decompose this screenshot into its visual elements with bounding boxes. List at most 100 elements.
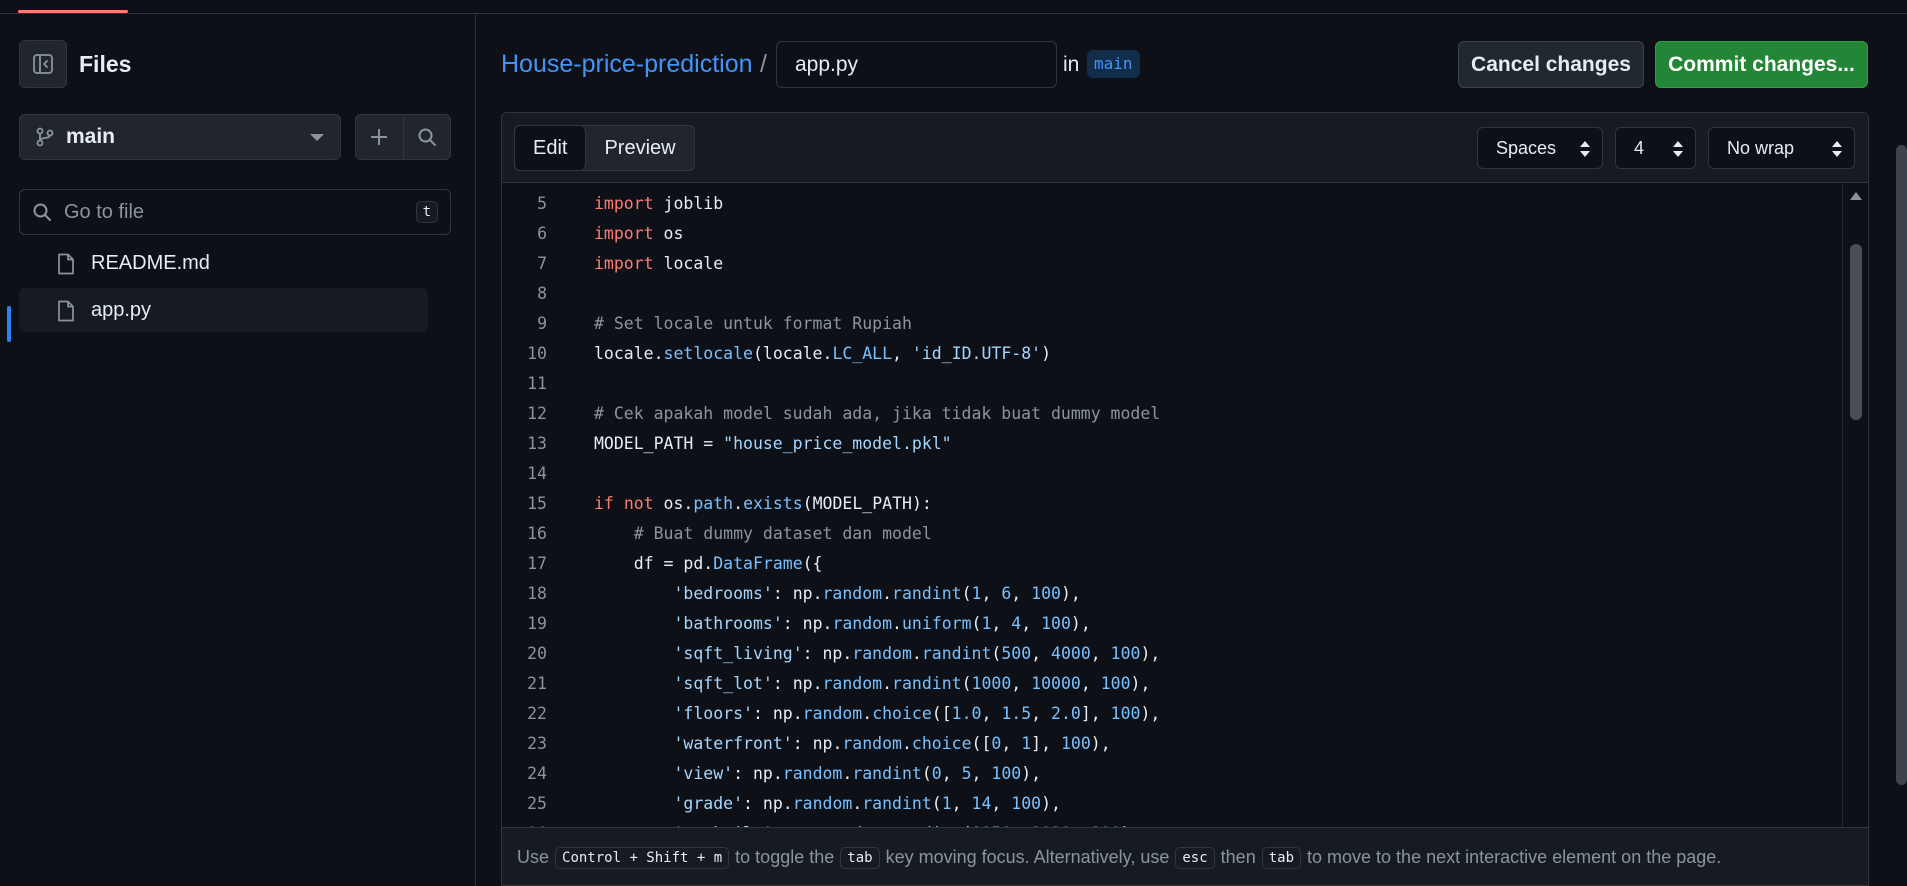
code-token: 6: [1001, 583, 1012, 603]
code-token: 1: [981, 613, 992, 633]
code-line[interactable]: 22 'floors': np.random.choice([1.0, 1.5,…: [502, 698, 1842, 728]
code-token: 4000: [1051, 643, 1091, 663]
code-text: 'floors': np.random.choice([1.0, 1.5, 2.…: [594, 704, 1160, 723]
code-token: MODEL_PATH =: [594, 433, 724, 453]
code-token: random: [852, 643, 912, 663]
scrollbar-thumb[interactable]: [1850, 244, 1862, 420]
code-token: ): [1041, 343, 1051, 363]
code-token: ([: [931, 703, 952, 723]
code-line[interactable]: 19 'bathrooms': np.random.uniform(1, 4, …: [502, 608, 1842, 638]
repo-breadcrumb-link[interactable]: House-price-prediction: [501, 50, 753, 79]
code-token: ,: [1080, 673, 1101, 693]
indent-size-select[interactable]: 4: [1615, 127, 1696, 169]
code-area[interactable]: 5 import joblib 6 import os 7 import locale 8 9…: [502, 184, 1842, 828]
code-token: : np.: [772, 583, 823, 603]
code-line[interactable]: 7 import locale: [502, 248, 1842, 278]
code-line[interactable]: 20 'sqft_living': np.random.randint(500,…: [502, 638, 1842, 668]
cancel-changes-button[interactable]: Cancel changes: [1458, 41, 1644, 88]
hint-text: to move to the next interactive element …: [1307, 847, 1722, 867]
scroll-up-icon[interactable]: [1850, 192, 1862, 200]
code-token: path: [693, 493, 734, 513]
code-token: uniform: [901, 613, 972, 633]
hint-text: to toggle the: [735, 847, 835, 867]
editor-toolbar: Edit Preview Spaces 4 No wrap: [502, 113, 1868, 183]
code-token: ,: [991, 613, 1012, 633]
code-line[interactable]: 18 'bedrooms': np.random.randint(1, 6, 1…: [502, 578, 1842, 608]
breadcrumb-separator: /: [760, 50, 767, 78]
line-number: 12: [527, 403, 547, 423]
code-line[interactable]: 25 'grade': np.random.randint(1, 14, 100…: [502, 788, 1842, 818]
code-line[interactable]: 11: [502, 368, 1842, 398]
code-line[interactable]: 23 'waterfront': np.random.choice([0, 1]…: [502, 728, 1842, 758]
add-file-button[interactable]: [356, 115, 403, 159]
code-line[interactable]: 21 'sqft_lot': np.random.randint(1000, 1…: [502, 668, 1842, 698]
code-text: 'view': np.random.randint(0, 5, 100),: [594, 764, 1041, 783]
hint-key: tab: [1261, 846, 1302, 869]
code-line[interactable]: 10 locale.setlocale(locale.LC_ALL, 'id_ID…: [502, 338, 1842, 368]
code-token: randint: [892, 583, 962, 603]
code-line[interactable]: 14: [502, 458, 1842, 488]
code-line[interactable]: 15 if not os.path.exists(MODEL_PATH):: [502, 488, 1842, 518]
tab-edit[interactable]: Edit: [515, 126, 587, 170]
code-token: choice: [872, 703, 932, 723]
code-token: locale: [653, 253, 724, 273]
line-number: 22: [527, 703, 547, 723]
wrap-mode-select[interactable]: No wrap: [1708, 127, 1855, 169]
code-line[interactable]: 17 df = pd.DataFrame({: [502, 548, 1842, 578]
code-token: .: [892, 613, 902, 633]
code-token: 'bedrooms': [673, 583, 773, 603]
code-token: ,: [1011, 583, 1032, 603]
code-line[interactable]: 6 import os: [502, 218, 1842, 248]
code-line[interactable]: 8: [502, 278, 1842, 308]
file-item-app-py[interactable]: app.py: [19, 288, 428, 332]
go-to-file-input[interactable]: Go to file t: [19, 189, 451, 235]
file-item-readme[interactable]: README.md: [19, 241, 428, 285]
code-token: # Cek apakah model sudah ada, jika tidak…: [594, 403, 1161, 423]
code-line[interactable]: 5 import joblib: [502, 188, 1842, 218]
code-line[interactable]: 26 'yr_built': np.random.randint(1950, 2…: [502, 818, 1842, 828]
branch-chip: main: [1087, 50, 1140, 78]
plus-icon: [371, 129, 388, 145]
code-token: 4: [1011, 613, 1022, 633]
code-line[interactable]: 13 MODEL_PATH = "house_price_model.pkl": [502, 428, 1842, 458]
code-token: 1.0: [951, 703, 982, 723]
line-number: 15: [527, 493, 547, 513]
code-token: choice: [911, 733, 972, 753]
code-line[interactable]: 12 # Cek apakah model sudah ada, jika tid…: [502, 398, 1842, 428]
code-line[interactable]: 9 # Set locale untuk format Rupiah: [502, 308, 1842, 338]
line-number: 14: [527, 463, 547, 483]
code-token: 'bathrooms': [673, 613, 783, 633]
line-number: 17: [527, 553, 547, 573]
git-branch-icon: [36, 127, 54, 147]
indent-mode-select[interactable]: Spaces: [1477, 127, 1603, 169]
commit-changes-button[interactable]: Commit changes...: [1655, 41, 1868, 88]
code-token: .: [842, 763, 853, 783]
code-line[interactable]: 16 # Buat dummy dataset dan model: [502, 518, 1842, 548]
code-text: 'sqft_living': np.random.randint(500, 40…: [594, 644, 1160, 663]
search-files-button[interactable]: [402, 115, 451, 159]
active-tab-indicator: [18, 10, 128, 13]
code-token: ([: [971, 733, 992, 753]
code-token: DataFrame: [713, 553, 803, 573]
code-token: random: [802, 703, 863, 723]
code-token: ,: [892, 343, 912, 363]
collapse-sidebar-button[interactable]: [19, 40, 67, 88]
code-token: ,: [1031, 643, 1052, 663]
code-token: 100: [1060, 733, 1091, 753]
hint-text: then: [1220, 847, 1256, 867]
code-token: ),: [1070, 613, 1091, 633]
code-line[interactable]: 24 'view': np.random.randint(0, 5, 100),: [502, 758, 1842, 788]
filename-input[interactable]: [776, 41, 1057, 88]
page-scrollbar-thumb[interactable]: [1896, 145, 1907, 785]
line-number: 25: [527, 793, 547, 813]
code-token: random: [822, 583, 883, 603]
tab-preview[interactable]: Preview: [586, 126, 693, 170]
editor-scrollbar[interactable]: [1842, 184, 1868, 827]
file-icon: [58, 253, 74, 275]
select-arrows-icon: [1580, 141, 1590, 157]
branch-selector[interactable]: main: [19, 114, 341, 160]
code-token: (locale.: [752, 343, 833, 363]
